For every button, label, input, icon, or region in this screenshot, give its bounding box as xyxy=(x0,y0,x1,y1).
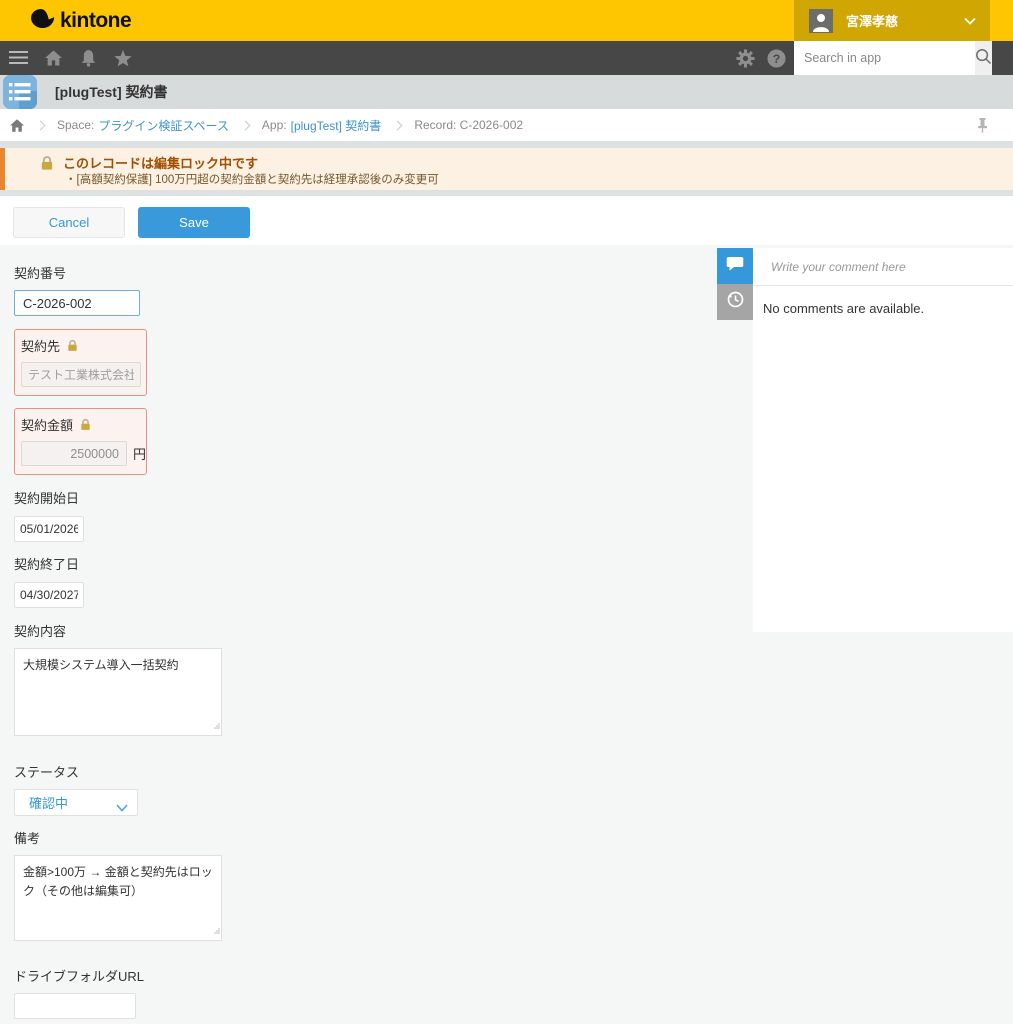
comment-bubble-icon xyxy=(726,256,744,277)
breadcrumb-separator xyxy=(393,120,403,130)
contract-content-wrap: 大規模システム導入一括契約 xyxy=(14,648,222,736)
record-action-bar: Cancel Save xyxy=(0,196,1013,245)
remarks-wrap: 金額>100万 → 金額と契約先はロック（その他は編集可） xyxy=(14,855,222,941)
field-label-start-date: 契約開始日 xyxy=(14,488,704,507)
breadcrumb-app-prefix: App: xyxy=(262,118,287,132)
comment-placeholder: Write your comment here xyxy=(771,260,906,274)
user-avatar-icon xyxy=(809,9,833,33)
breadcrumb-home-icon[interactable] xyxy=(10,119,24,132)
record-lock-banner: このレコードは編集ロック中です ・[高額契約保護] 100万円超の契約金額と契約… xyxy=(0,148,1013,190)
home-icon[interactable] xyxy=(43,48,63,68)
end-date-input[interactable] xyxy=(14,582,84,608)
star-icon[interactable] xyxy=(113,48,133,68)
bell-icon[interactable] xyxy=(78,48,98,68)
save-button[interactable]: Save xyxy=(138,207,250,238)
side-panel-tabs xyxy=(717,248,753,320)
contract-content-textarea[interactable]: 大規模システム導入一括契約 xyxy=(14,648,222,736)
comments-panel: Write your comment here No comments are … xyxy=(753,248,1013,632)
field-label-drive-folder-url: ドライブフォルダURL xyxy=(14,966,704,985)
breadcrumb-separator xyxy=(240,120,250,130)
history-clock-icon xyxy=(726,290,745,314)
app-title-bar: [plugTest] 契約書 xyxy=(0,75,1013,109)
chevron-down-icon xyxy=(116,799,128,817)
comment-input[interactable]: Write your comment here xyxy=(753,248,1013,286)
start-date-input[interactable] xyxy=(14,516,84,542)
breadcrumb-space-prefix: Space: xyxy=(57,118,94,132)
global-header: kintone 宮澤孝慈 xyxy=(0,0,1013,41)
chevron-down-icon xyxy=(964,12,976,30)
banner-title: このレコードは編集ロック中です xyxy=(63,153,258,172)
field-label-contract-party: 契約先 xyxy=(21,336,60,355)
search-icon xyxy=(975,48,992,68)
breadcrumb-separator xyxy=(36,120,46,130)
search-button[interactable] xyxy=(975,41,992,75)
contract-party-input xyxy=(21,362,141,387)
kintone-record-edit-page: kintone 宮澤孝慈 xyxy=(0,0,1013,1024)
contract-number-input[interactable] xyxy=(14,290,140,316)
field-label-contract-amount: 契約金額 xyxy=(21,415,73,434)
breadcrumb-record: Record: C-2026-002 xyxy=(414,118,523,132)
navbar-right-icons: ? xyxy=(735,41,786,75)
tab-record-history[interactable] xyxy=(717,284,753,320)
app-search xyxy=(794,41,990,75)
status-dropdown[interactable]: 確認中 xyxy=(14,789,138,816)
comments-empty-message: No comments are available. xyxy=(763,301,1013,316)
field-label-remarks: 備考 xyxy=(14,828,704,847)
locked-field-contract-amount: 契約金額 円 xyxy=(14,408,147,475)
lock-icon xyxy=(79,418,92,431)
user-menu[interactable]: 宮澤孝慈 xyxy=(794,0,990,41)
breadcrumb-app-link[interactable]: [plugTest] 契約書 xyxy=(291,117,382,134)
record-form-area: 契約番号 契約先 契約金額 xyxy=(0,245,1013,1024)
spacer xyxy=(0,141,1013,148)
status-value: 確認中 xyxy=(29,793,68,812)
global-navbar: ? xyxy=(0,41,1013,75)
record-form: 契約番号 契約先 契約金額 xyxy=(14,245,704,1024)
breadcrumb: Space: プラグイン検証スペース App: [plugTest] 契約書 R… xyxy=(0,109,1013,141)
logo-text: kintone xyxy=(60,9,131,33)
field-label-status: ステータス xyxy=(14,762,704,781)
app-list-icon[interactable] xyxy=(3,75,37,109)
locked-field-contract-party: 契約先 xyxy=(14,329,147,396)
resize-grip-icon[interactable] xyxy=(212,716,220,734)
cancel-button[interactable]: Cancel xyxy=(13,207,125,238)
breadcrumb-space-link[interactable]: プラグイン検証スペース xyxy=(98,117,229,134)
kintone-bird-icon xyxy=(30,8,55,34)
app-title: [plugTest] 契約書 xyxy=(55,75,168,109)
contract-amount-input xyxy=(21,441,127,466)
hamburger-icon[interactable] xyxy=(8,48,28,68)
drive-folder-url-input[interactable] xyxy=(14,993,136,1019)
banner-detail: ・[高額契約保護] 100万円超の契約金額と契約先は経理承認後のみ変更可 xyxy=(65,171,439,187)
help-icon[interactable]: ? xyxy=(766,48,786,68)
lock-icon xyxy=(66,339,79,352)
pin-icon[interactable] xyxy=(977,118,988,136)
remarks-textarea[interactable]: 金額>100万 → 金額と契約先はロック（その他は編集可） xyxy=(14,855,222,941)
gear-icon[interactable] xyxy=(735,48,755,68)
svg-text:?: ? xyxy=(772,51,780,65)
user-name: 宮澤孝慈 xyxy=(846,11,964,30)
lock-icon xyxy=(39,155,55,176)
resize-grip-icon[interactable] xyxy=(212,921,220,939)
field-label-contract-content: 契約内容 xyxy=(14,621,704,640)
navbar-left-icons xyxy=(8,41,133,75)
field-label-end-date: 契約終了日 xyxy=(14,554,704,573)
tab-comments[interactable] xyxy=(717,248,753,284)
search-input[interactable] xyxy=(794,41,975,75)
field-label-contract-number: 契約番号 xyxy=(14,263,704,282)
currency-unit: 円 xyxy=(133,444,146,463)
kintone-logo[interactable]: kintone xyxy=(30,0,131,41)
